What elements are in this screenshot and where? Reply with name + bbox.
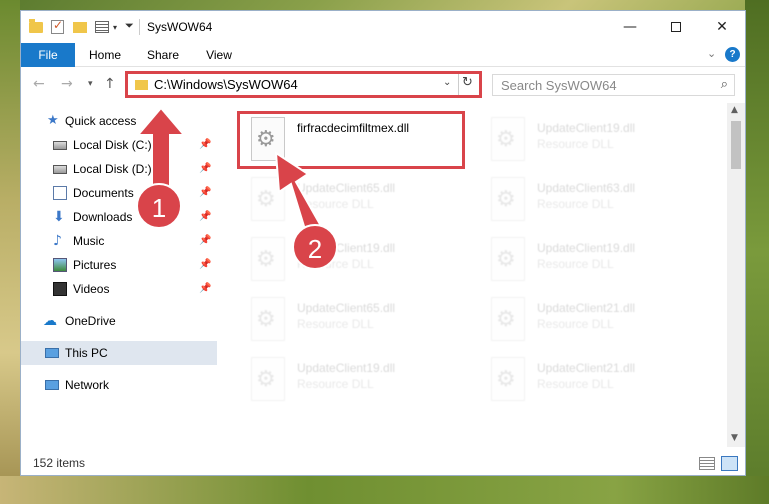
step-1-badge: 1 bbox=[136, 183, 182, 229]
annotation-arrows bbox=[135, 106, 323, 238]
step-2-badge: 2 bbox=[292, 224, 338, 270]
